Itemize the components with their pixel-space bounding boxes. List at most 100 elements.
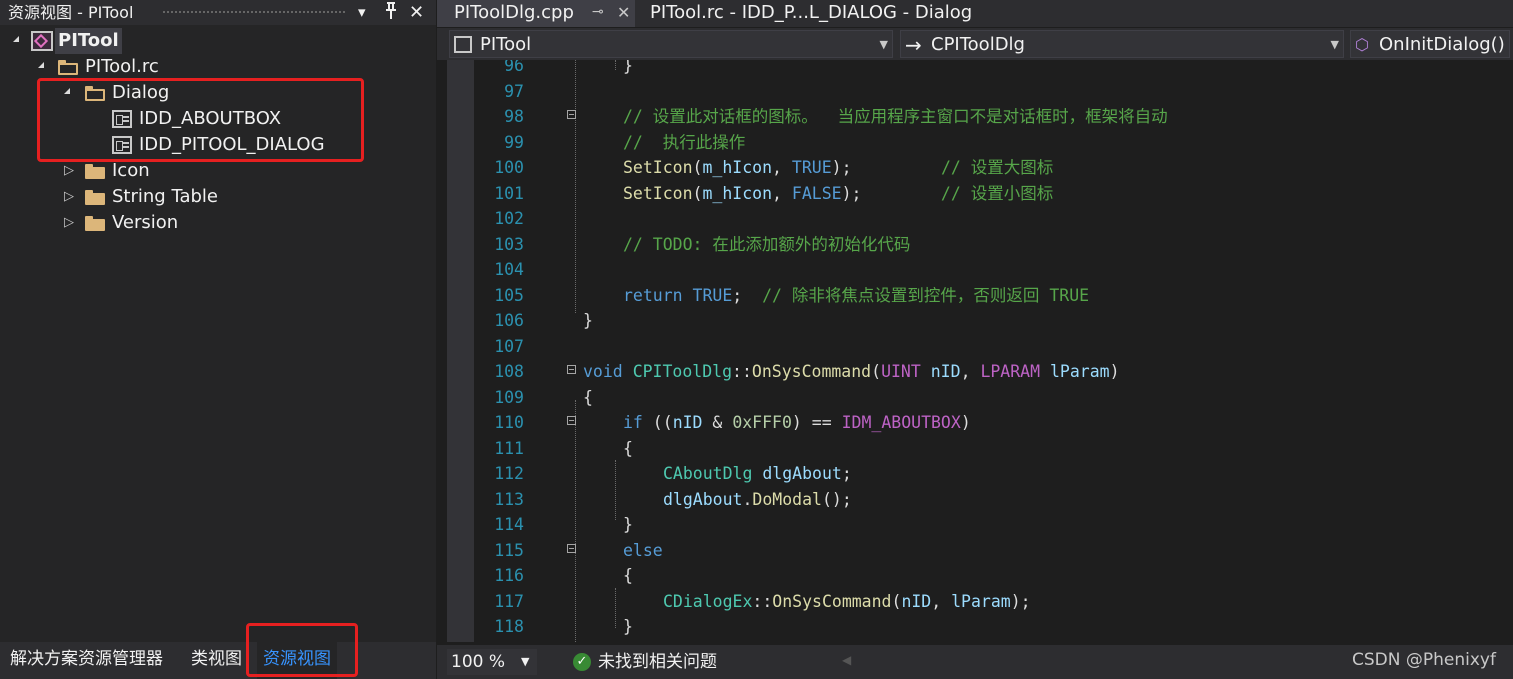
code-line[interactable]: 115 else — [437, 538, 1513, 564]
code-line[interactable]: 116 { — [437, 563, 1513, 589]
highlight-box-resource-tab — [246, 623, 358, 677]
code-line[interactable]: 108 void CPIToolDlg::OnSysCommand(UINT nI… — [437, 359, 1513, 385]
zoom-level: 100 % — [451, 652, 506, 672]
drag-grip[interactable] — [162, 10, 347, 15]
expanded-triangle-icon[interactable] — [38, 62, 44, 68]
tab-label: PIToolDlg.cpp — [454, 2, 574, 23]
tab-piltooldlg-cpp[interactable]: PIToolDlg.cpp ⊸ ✕ — [437, 0, 635, 27]
code-text: dlgAbout.DoModal(); — [663, 489, 852, 509]
code-area[interactable]: 96} 97 98 // 设置此对话框的图标。 当应用程序主窗口不是对话框时，框架将自… — [437, 60, 1513, 642]
close-tab-icon[interactable]: ✕ — [617, 0, 630, 25]
code-line[interactable]: 102 — [437, 206, 1513, 232]
panel-title-bar: 资源视图 - PITool ▾ ✕ — [0, 0, 436, 25]
code-line[interactable]: 97 — [437, 79, 1513, 105]
close-icon[interactable]: ✕ — [409, 0, 424, 25]
code-line[interactable]: 100 SetIcon(m_hIcon, TRUE); // 设置大图标 — [437, 155, 1513, 181]
code-line[interactable]: 106} — [437, 308, 1513, 334]
chevron-down-icon: ▼ — [1330, 38, 1339, 51]
line-number: 100 — [494, 158, 524, 177]
code-line[interactable]: 99 // 执行此操作 — [437, 130, 1513, 156]
issues-text: 未找到相关问题 — [598, 652, 717, 672]
code-line[interactable]: 96} — [437, 60, 1513, 79]
collapsed-triangle-icon[interactable]: ▷ — [64, 184, 74, 210]
code-line[interactable]: 98 // 设置此对话框的图标。 当应用程序主窗口不是对话框时，框架将自动 — [437, 104, 1513, 130]
code-line[interactable]: 104 — [437, 257, 1513, 283]
class-name: CPIToolDlg — [931, 34, 1025, 55]
line-number: 97 — [504, 81, 524, 101]
line-number: 114 — [494, 515, 524, 534]
tree-item-version-folder[interactable]: ▷ Version — [0, 210, 436, 236]
panel-title: 资源视图 - PITool — [8, 3, 134, 22]
tab-solution-explorer[interactable]: 解决方案资源管理器 — [10, 642, 163, 679]
code-line[interactable]: 113 dlgAbout.DoModal(); — [437, 487, 1513, 513]
code-line[interactable]: 114} — [437, 512, 1513, 538]
tree-label-rc-file: PITool.rc — [85, 56, 159, 77]
method-cube-icon: ⬡ — [1355, 35, 1369, 54]
navigation-bar: PITool ▼ → CPIToolDlg ▼ ⬡ OnInitDialog() — [437, 28, 1513, 60]
code-line[interactable]: 110 if ((nID & 0xFFF0) == IDM_ABOUTBOX) — [437, 410, 1513, 436]
code-text: return TRUE; // 除非将焦点设置到控件，否则返回 TRUE — [623, 285, 1090, 305]
code-line[interactable]: 118} — [437, 614, 1513, 640]
code-line[interactable]: 103 // TODO: 在此添加额外的初始化代码 — [437, 232, 1513, 258]
scroll-left-icon[interactable]: ◀ — [842, 653, 851, 667]
folder-icon — [85, 164, 105, 179]
code-text: CAboutDlg dlgAbout; — [663, 464, 852, 483]
class-dropdown[interactable]: → CPIToolDlg ▼ — [900, 30, 1344, 58]
check-circle-icon: ✓ — [573, 653, 591, 671]
expanded-triangle-icon[interactable] — [13, 36, 19, 42]
code-editor: PIToolDlg.cpp ⊸ ✕ PITool.rc - IDD_P...L_… — [437, 0, 1513, 679]
collapse-icon[interactable] — [567, 110, 576, 119]
line-number: 118 — [494, 617, 524, 636]
document-tabs: PIToolDlg.cpp ⊸ ✕ PITool.rc - IDD_P...L_… — [437, 0, 1513, 27]
panel-bottom-tabs: 解决方案资源管理器 类视图 资源视图 — [0, 642, 436, 679]
code-text: SetIcon(m_hIcon, FALSE); // 设置小图标 — [623, 183, 1054, 203]
project-name: PITool — [480, 34, 532, 55]
tree-item-project[interactable]: PITool — [0, 28, 436, 54]
tab-label: PITool.rc - IDD_P...L_DIALOG - Dialog — [650, 2, 973, 23]
code-line[interactable]: 105 return TRUE; // 除非将焦点设置到控件，否则返回 TRUE — [437, 283, 1513, 309]
editor-status-bar: 100 % ▼ ✓ 未找到相关问题 ◀ CSDN @Phenixyf — [437, 645, 1513, 679]
tree-item-rc-file[interactable]: PITool.rc — [0, 54, 436, 80]
line-number: 103 — [494, 234, 524, 254]
collapse-icon[interactable] — [567, 365, 576, 374]
code-text: if ((nID & 0xFFF0) == IDM_ABOUTBOX) — [623, 413, 971, 432]
collapse-icon[interactable] — [567, 543, 576, 553]
pin-tab-icon[interactable]: ⊸ — [592, 0, 604, 25]
code-text: { — [623, 438, 633, 458]
member-dropdown[interactable]: ⬡ OnInitDialog() — [1350, 30, 1510, 58]
code-text: CDialogEx::OnSysCommand(nID, lParam); — [663, 591, 1031, 611]
code-line[interactable]: 111 { — [437, 436, 1513, 462]
code-text: { — [623, 566, 633, 585]
tree-item-string-table-folder[interactable]: ▷ String Table — [0, 184, 436, 210]
collapse-icon[interactable] — [567, 416, 576, 425]
project-dropdown[interactable]: PITool ▼ — [449, 30, 893, 58]
line-number: 107 — [494, 336, 524, 356]
line-number: 116 — [494, 566, 524, 585]
line-number: 110 — [494, 413, 524, 432]
code-text: } — [583, 311, 593, 330]
arrow-right-icon: → — [905, 33, 922, 57]
code-line[interactable]: 117 CDialogEx::OnSysCommand(nID, lParam); — [437, 589, 1513, 615]
zoom-dropdown[interactable]: 100 % ▼ — [447, 649, 537, 675]
line-number: 112 — [494, 464, 524, 483]
code-line[interactable]: 109 { — [437, 385, 1513, 411]
open-folder-icon — [58, 60, 78, 75]
code-line[interactable]: 107 — [437, 334, 1513, 360]
pin-icon[interactable] — [384, 2, 398, 28]
tab-class-view[interactable]: 类视图 — [191, 642, 242, 679]
code-line[interactable]: 112 CAboutDlg dlgAbout; — [437, 461, 1513, 487]
line-number: 96 — [504, 60, 524, 75]
line-number: 113 — [494, 489, 524, 509]
folder-icon — [85, 190, 105, 205]
code-text: } — [623, 60, 633, 75]
project-icon — [454, 36, 472, 53]
code-line[interactable]: 101 SetIcon(m_hIcon, FALSE); // 设置小图标 — [437, 181, 1513, 207]
dropdown-icon[interactable]: ▾ — [358, 0, 366, 25]
line-number: 99 — [504, 132, 524, 152]
line-number: 109 — [494, 387, 524, 407]
project-icon — [31, 31, 53, 51]
tab-pitool-rc-dialog[interactable]: PITool.rc - IDD_P...L_DIALOG - Dialog — [639, 0, 979, 27]
line-number: 108 — [494, 362, 524, 381]
highlight-box-dialogs — [37, 78, 364, 162]
collapsed-triangle-icon[interactable]: ▷ — [64, 210, 74, 236]
